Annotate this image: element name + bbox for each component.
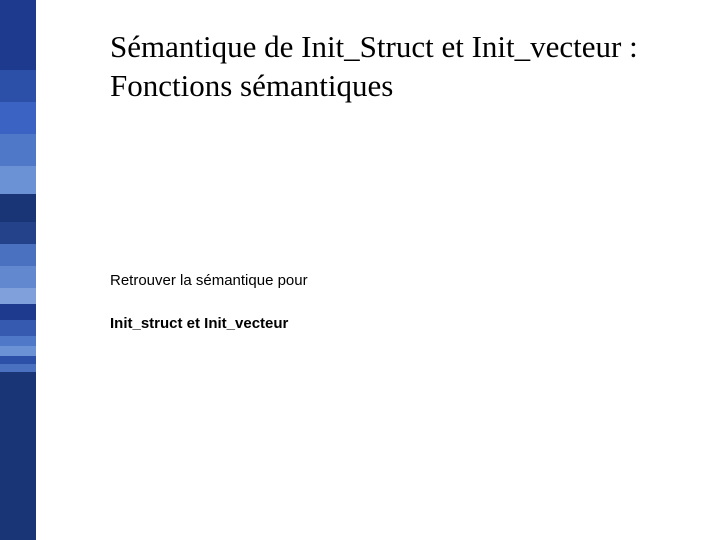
sidebar-block <box>0 336 36 346</box>
title-line-1: Sémantique de Init_Struct et Init_vecteu… <box>110 29 638 64</box>
sidebar-block <box>0 266 36 288</box>
slide: Sémantique de Init_Struct et Init_vecteu… <box>0 0 720 540</box>
sidebar-block <box>0 134 36 166</box>
sidebar-block <box>0 0 36 70</box>
sidebar-block <box>0 194 36 222</box>
sidebar-block <box>0 372 36 540</box>
sidebar-block <box>0 70 36 102</box>
sidebar-block <box>0 222 36 244</box>
sidebar-block <box>0 288 36 304</box>
sidebar-block <box>0 346 36 356</box>
slide-title: Sémantique de Init_Struct et Init_vecteu… <box>110 28 696 106</box>
title-line-2: Fonctions sémantiques <box>110 68 393 103</box>
decorative-sidebar <box>0 0 36 540</box>
body-text-line-1: Retrouver la sémantique pour <box>110 272 308 289</box>
sidebar-block <box>0 244 36 266</box>
sidebar-block <box>0 364 36 372</box>
title-block: Sémantique de Init_Struct et Init_vecteu… <box>110 28 696 106</box>
sidebar-block <box>0 166 36 194</box>
sidebar-block <box>0 356 36 364</box>
sidebar-block <box>0 304 36 320</box>
body-text-line-2: Init_struct et Init_vecteur <box>110 315 288 332</box>
sidebar-block <box>0 102 36 134</box>
sidebar-block <box>0 320 36 336</box>
